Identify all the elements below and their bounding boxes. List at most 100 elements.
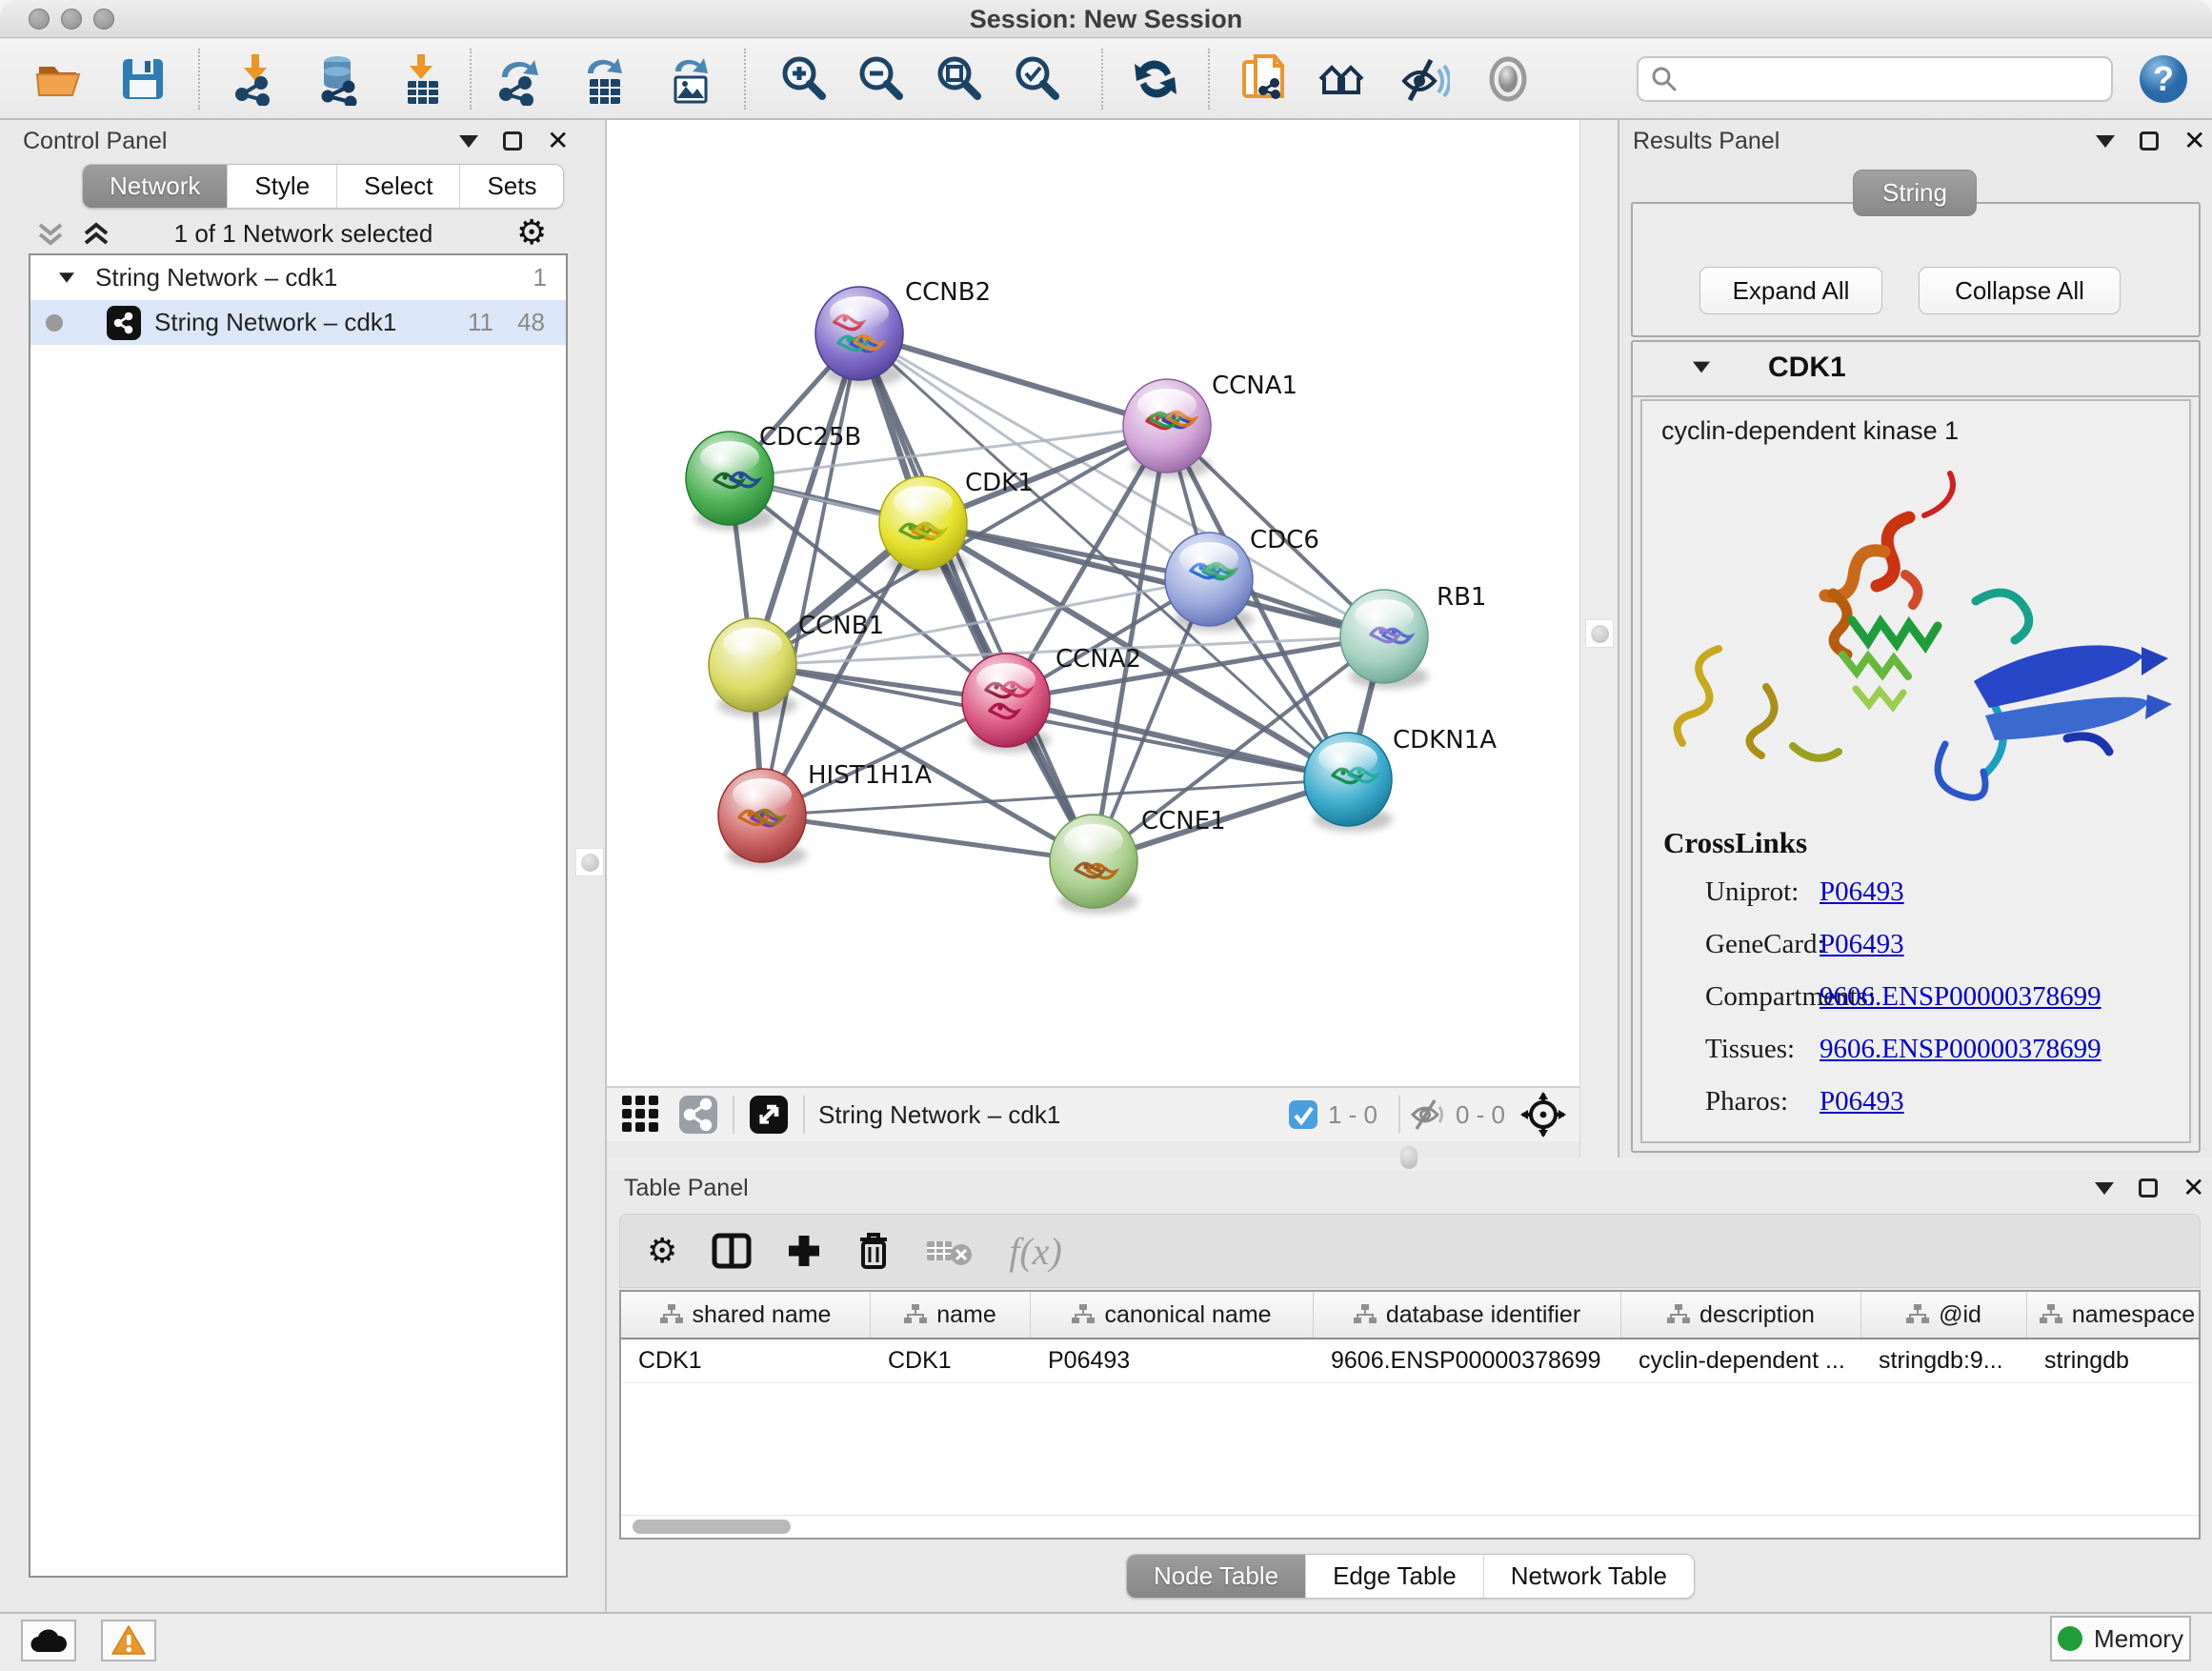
column-header-database-identifier[interactable]: database identifier [1314,1292,1621,1338]
gene-name: CDK1 [1768,352,1846,384]
hide-selected-button[interactable] [1397,52,1450,106]
column-header-namespace[interactable]: namespace [2027,1292,2201,1338]
tab-sets[interactable]: Sets [460,165,563,208]
open-session-button[interactable] [32,52,86,106]
float-panel-icon[interactable] [2139,1178,2158,1198]
delete-column-trash-icon[interactable] [856,1231,891,1271]
zoom-in-button[interactable] [778,52,832,106]
close-panel-icon[interactable]: ✕ [2182,1178,2204,1198]
column-header-description[interactable]: description [1621,1292,1861,1338]
zoom-selected-button[interactable] [1012,52,1065,106]
import-table-button[interactable] [396,52,450,106]
column-header-name[interactable]: name [871,1292,1031,1338]
export-network-button[interactable] [493,52,546,106]
network-node-CCNA1[interactable] [1123,379,1212,478]
warnings-button[interactable] [101,1620,156,1661]
float-panel-icon[interactable] [503,131,522,151]
network-node-CDKN1A[interactable] [1304,733,1393,832]
show-all-button[interactable] [1481,52,1535,106]
tab-string[interactable]: String [1853,170,1977,216]
gene-details: cyclin-dependent kinase 1 [1640,399,2191,1143]
horizontal-scrollbar[interactable] [621,1515,2199,1538]
network-node-HIST1H1A[interactable] [718,769,807,868]
expand-all-button[interactable]: Expand All [1699,267,1882,314]
tab-network-table[interactable]: Network Table [1484,1555,1694,1598]
network-node-RB1[interactable] [1340,590,1429,689]
network-node-CCNB1[interactable] [709,618,797,717]
network-row-selected[interactable]: String Network – cdk1 11 48 [30,300,566,345]
tab-network[interactable]: Network [83,165,228,208]
refresh-icon [1129,52,1182,106]
tab-node-table[interactable]: Node Table [1127,1555,1306,1598]
network-options-gear-icon[interactable]: ⚙ [516,215,547,250]
column-header-shared-name[interactable]: shared name [621,1292,871,1338]
crosslink-row: Uniprot:P06493 [1642,866,2189,918]
network-type-icon [107,306,141,340]
tree-expander-icon[interactable] [59,272,74,282]
memory-button[interactable]: Memory [2050,1616,2191,1661]
function-builder-icon-disabled: f(x) [1009,1229,1062,1274]
crosslink-row: GeneCard:P06493 [1642,918,2189,971]
network-view-icon-disabled[interactable] [677,1094,719,1136]
new-network-from-selection-button[interactable] [1237,52,1290,106]
zoom-out-button[interactable] [855,52,909,106]
crosslink-link[interactable]: 9606.ENSP00000378699 [1820,981,2101,1013]
network-node-CDC6[interactable] [1165,533,1254,632]
float-panel-icon[interactable] [2140,131,2159,151]
export-image-button[interactable] [664,52,717,106]
birdseye-view-icon[interactable] [1520,1092,1566,1137]
scrollbar-thumb[interactable] [633,1520,791,1534]
import-network-file-button[interactable] [229,52,282,106]
panel-menu-icon[interactable] [2096,135,2115,148]
collapse-all-button[interactable]: Collapse All [1919,267,2121,314]
table-toolbar: ⚙ f(x) [619,1214,2201,1288]
network-node-CCNB2[interactable] [815,287,904,386]
panel-menu-icon[interactable] [459,135,478,148]
search-input[interactable] [1679,65,2088,93]
column-header-@id[interactable]: @id [1861,1292,2027,1338]
gene-section-header[interactable]: CDK1 [1633,342,2199,397]
toolbar-separator [198,49,200,110]
create-column-plus-icon[interactable] [786,1233,822,1269]
import-network-database-button[interactable] [312,52,366,106]
gene-description: cyclin-dependent kinase 1 [1661,416,1959,446]
grid-view-icon[interactable] [620,1094,662,1136]
network-node-CDK1[interactable] [879,476,968,575]
crosslink-label: Tissues: [1642,1034,1820,1065]
show-columns-icon[interactable] [712,1233,752,1269]
string-result-section: CDK1 cyclin-dependent kinase 1 [1631,340,2201,1153]
table-row[interactable]: CDK1CDK1P064939606.ENSP00000378699cyclin… [621,1339,2199,1383]
cloud-status-button[interactable] [21,1620,76,1661]
collapse-section-icon[interactable] [1693,362,1710,373]
export-table-button[interactable] [578,52,632,106]
selected-checkbox-icon[interactable] [1288,1099,1318,1130]
crosslink-link[interactable]: 9606.ENSP00000378699 [1820,1034,2101,1065]
crosslink-link[interactable]: P06493 [1820,929,1904,960]
help-button[interactable]: ? [2137,52,2190,106]
panel-divider-grip[interactable] [1400,1146,1418,1169]
network-node-CCNA2[interactable] [962,654,1051,753]
crosslink-label: Compartments: [1642,981,1820,1013]
table-options-gear-icon[interactable]: ⚙ [647,1234,677,1268]
network-canvas[interactable]: CCNB2CCNA1CDC25BCDK1CDC6RB1CCNB1CCNA2CDK… [607,120,1579,1086]
save-session-button[interactable] [116,52,170,106]
crosslink-link[interactable]: P06493 [1820,1086,1904,1117]
first-neighbors-button[interactable] [1315,52,1368,106]
tab-style[interactable]: Style [228,165,337,208]
open-in-window-icon[interactable] [748,1094,790,1136]
close-panel-icon[interactable]: ✕ [2183,131,2205,151]
network-node-CCNE1[interactable] [1050,815,1138,914]
panel-divider-grip[interactable] [575,848,604,876]
hidden-count-badge: 0 - 0 [1456,1100,1505,1130]
panel-menu-icon[interactable] [2095,1182,2114,1195]
panel-divider-grip[interactable] [1585,619,1614,648]
apply-layout-button[interactable] [1129,52,1182,106]
network-collection-row[interactable]: String Network – cdk1 1 [30,255,566,300]
close-panel-icon[interactable]: ✕ [547,131,569,151]
column-header-canonical-name[interactable]: canonical name [1031,1292,1314,1338]
tab-select[interactable]: Select [337,165,460,208]
crosslink-link[interactable]: P06493 [1820,876,1904,908]
zoom-fit-button[interactable] [934,52,987,106]
tab-edge-table[interactable]: Edge Table [1306,1555,1484,1598]
eye-slash-icon [1397,52,1450,106]
